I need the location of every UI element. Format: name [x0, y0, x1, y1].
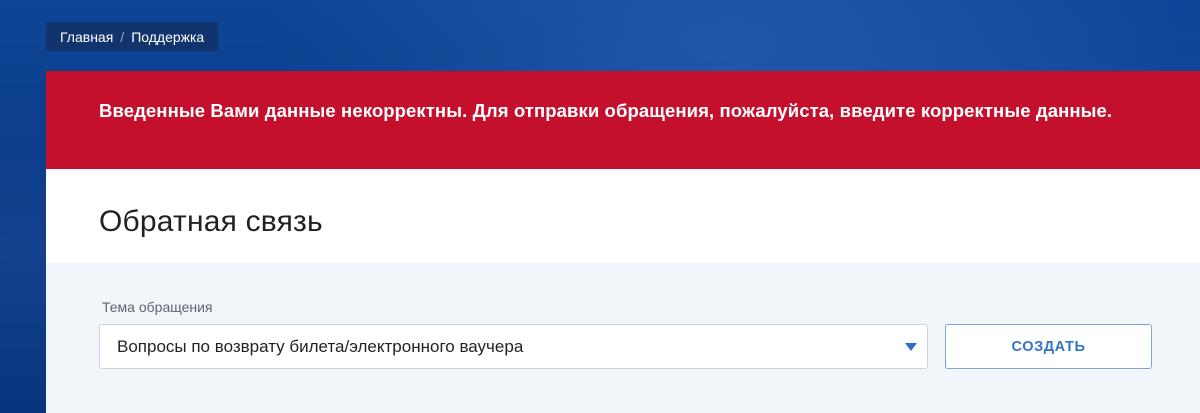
feedback-card: Введенные Вами данные некорректны. Для о… — [46, 71, 1200, 413]
create-button[interactable]: СОЗДАТЬ — [945, 324, 1152, 369]
feedback-form: Тема обращения Вопросы по возврату билет… — [46, 263, 1200, 413]
page-title: Обратная связь — [99, 205, 323, 238]
caret-down-icon[interactable] — [905, 342, 917, 351]
title-area: Обратная связь — [46, 169, 1200, 263]
breadcrumb: Главная / Поддержка — [46, 22, 219, 51]
error-alert: Введенные Вами данные некорректны. Для о… — [46, 71, 1200, 169]
breadcrumb-home-link[interactable]: Главная — [60, 29, 113, 45]
breadcrumb-separator: / — [120, 28, 125, 45]
topic-select[interactable]: Вопросы по возврату билета/электронного … — [99, 324, 928, 369]
breadcrumb-support-link[interactable]: Поддержка — [131, 29, 204, 45]
error-alert-message: Введенные Вами данные некорректны. Для о… — [99, 100, 1113, 121]
topic-label: Тема обращения — [102, 299, 213, 315]
topic-select-value: Вопросы по возврату билета/электронного … — [117, 336, 524, 356]
